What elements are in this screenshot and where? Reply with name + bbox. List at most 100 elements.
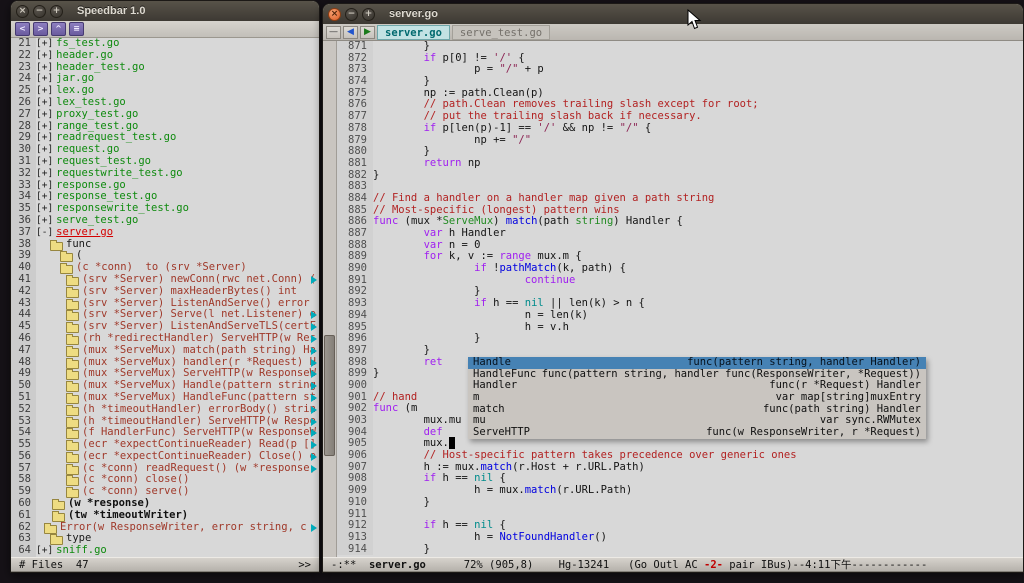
speedbar-titlebar[interactable]: ×−+ Speedbar 1.0 <box>11 1 319 21</box>
tab-back-icon[interactable]: ◀ <box>343 26 358 39</box>
speedbar-row[interactable]: 47(mux *ServeMux) match(path string) Ha <box>11 345 319 357</box>
expand-toggle[interactable]: [+] <box>36 191 53 203</box>
code-area[interactable]: 871 }872 if p[0] != '/' {873 p = "/" + p… <box>337 41 1023 557</box>
speedbar-row[interactable]: 51(mux *ServeMux) HandleFunc(pattern st <box>11 392 319 404</box>
tab-forward-icon[interactable]: ▶ <box>360 26 375 39</box>
speedbar-row[interactable]: 59(c *conn) serve() <box>11 486 319 498</box>
speedbar-row[interactable]: 64[+]sniff.go <box>11 545 319 557</box>
code-line[interactable]: 914 } <box>337 544 1023 556</box>
editor-scrollbar[interactable] <box>323 41 337 557</box>
tag-label[interactable]: (srv *Server) maxHeaderBytes() int <box>82 286 297 298</box>
speedbar-row[interactable]: 32[+]requestwrite_test.go <box>11 168 319 180</box>
folder-icon <box>66 383 79 392</box>
expand-toggle[interactable]: [+] <box>36 38 53 50</box>
expand-toggle[interactable]: [-] <box>36 227 53 239</box>
tag-label[interactable]: (srv *Server) newConn(rwc net.Conn) ( <box>82 274 316 286</box>
file-name[interactable]: request_test.go <box>56 156 151 168</box>
file-name[interactable]: serve_test.go <box>56 215 138 227</box>
folder-icon <box>66 371 79 380</box>
tag-label[interactable]: (mux *ServeMux) HandleFunc(pattern st <box>82 392 316 404</box>
file-name[interactable]: requestwrite_test.go <box>56 168 182 180</box>
tag-label[interactable]: (ecr *expectContinueReader) Close() e <box>82 451 316 463</box>
autocomplete-item[interactable]: ServeHTTPfunc(w ResponseWriter, r *Reque… <box>468 427 926 439</box>
file-name[interactable]: lex_test.go <box>56 97 126 109</box>
truncation-arrow-icon <box>311 394 317 402</box>
speedbar-row[interactable]: 36[+]serve_test.go <box>11 215 319 227</box>
line-number: 46 <box>11 333 36 345</box>
expand-toggle[interactable]: [+] <box>36 168 53 180</box>
code-line[interactable]: 873 p = "/" + p <box>337 64 1023 76</box>
speedbar-row[interactable]: 31[+]request_test.go <box>11 156 319 168</box>
tab-serve-test-go[interactable]: serve_test.go <box>452 25 550 40</box>
code-line[interactable]: 913 h = NotFoundHandler() <box>337 532 1023 544</box>
maximize-button[interactable]: + <box>362 8 375 21</box>
expand-toggle[interactable]: [+] <box>36 62 53 74</box>
tag-label[interactable]: (tw *timeoutWriter) <box>68 510 188 522</box>
speedbar-row[interactable]: 38func <box>11 239 319 251</box>
autocomplete-item[interactable]: mvar map[string]muxEntry <box>468 392 926 404</box>
expand-toggle[interactable]: [+] <box>36 109 53 121</box>
up-directory-icon[interactable]: ^ <box>51 22 66 36</box>
code-line[interactable]: 881 return np <box>337 158 1023 170</box>
speedbar-row[interactable]: 46 (rh *redirectHandler) ServeHTTP(w Res <box>11 333 319 345</box>
expand-toggle[interactable]: [+] <box>36 545 53 557</box>
tag-label[interactable]: (rh *redirectHandler) ServeHTTP(w Res <box>82 333 316 345</box>
autocomplete-item[interactable]: Handlefunc(pattern string, handler Handl… <box>468 357 926 369</box>
speedbar-row[interactable]: 52(h *timeoutHandler) errorBody() strin <box>11 404 319 416</box>
close-button[interactable]: × <box>16 5 29 18</box>
expand-toggle[interactable]: [+] <box>36 132 53 144</box>
expand-toggle[interactable]: [+] <box>36 97 53 109</box>
speedbar-window-controls: ×−+ <box>16 5 67 18</box>
file-name[interactable]: server.go <box>56 227 113 239</box>
expand-toggle[interactable]: [+] <box>36 50 53 62</box>
file-name[interactable]: sniff.go <box>56 545 107 557</box>
forward-icon[interactable]: > <box>33 22 48 36</box>
line-number: 32 <box>11 168 36 180</box>
expand-toggle[interactable]: [+] <box>36 73 53 85</box>
hide-tabbar-icon[interactable]: — <box>326 26 341 39</box>
maximize-button[interactable]: + <box>50 5 63 18</box>
folder-icon <box>66 289 79 298</box>
code-line[interactable]: 882} <box>337 170 1023 182</box>
speedbar-row[interactable]: 42(srv *Server) maxHeaderBytes() int <box>11 286 319 298</box>
code-line[interactable]: 909 h = mux.match(r.URL.Path) <box>337 485 1023 497</box>
expand-toggle[interactable]: [+] <box>36 180 53 192</box>
speedbar-row[interactable]: 61(tw *timeoutWriter) <box>11 510 319 522</box>
speedbar-row[interactable]: 27[+]proxy_test.go <box>11 109 319 121</box>
speedbar-file-tree[interactable]: 21[+]fs_test.go22[+]header.go23[+]header… <box>11 38 319 557</box>
speedbar-row[interactable]: 62Error(w ResponseWriter, error string, … <box>11 522 319 534</box>
speedbar-row[interactable]: 41(srv *Server) newConn(rwc net.Conn) ( <box>11 274 319 286</box>
speedbar-row[interactable]: 26[+]lex_test.go <box>11 97 319 109</box>
tab-server-go[interactable]: server.go <box>377 25 450 40</box>
tag-label[interactable]: Error(w ResponseWriter, error string, c <box>60 522 307 534</box>
expand-toggle[interactable]: [+] <box>36 156 53 168</box>
editor-body: 871 }872 if p[0] != '/' {873 p = "/" + p… <box>323 41 1023 557</box>
line-number: 874 <box>337 76 373 88</box>
minimize-button[interactable]: − <box>345 8 358 21</box>
expand-toggle[interactable]: [+] <box>36 121 53 133</box>
file-name[interactable]: proxy_test.go <box>56 109 138 121</box>
back-icon[interactable]: < <box>15 22 30 36</box>
expand-toggle[interactable]: [+] <box>36 215 53 227</box>
tag-label[interactable]: (mux *ServeMux) match(path string) Ha <box>82 345 316 357</box>
speedbar-row[interactable]: 37[-]server.go <box>11 227 319 239</box>
folder-icon <box>60 265 73 274</box>
minimize-button[interactable]: − <box>33 5 46 18</box>
code-line[interactable]: 896 } <box>337 333 1023 345</box>
speedbar-row[interactable]: 22[+]header.go <box>11 50 319 62</box>
close-button[interactable]: × <box>328 8 341 21</box>
code-line[interactable]: 879 np += "/" <box>337 135 1023 147</box>
expand-toggle[interactable]: [+] <box>36 144 53 156</box>
code-line[interactable]: 910 } <box>337 497 1023 509</box>
editor-titlebar[interactable]: ×−+ server.go <box>323 4 1023 24</box>
file-name[interactable]: header.go <box>56 50 113 62</box>
tag-label[interactable]: (h *timeoutHandler) errorBody() strin <box>82 404 316 416</box>
expand-toggle[interactable]: [+] <box>36 85 53 97</box>
speedbar-scroll-right-button[interactable]: >> <box>298 558 311 572</box>
refresh-icon[interactable]: ≡ <box>69 22 84 36</box>
line-number: 913 <box>337 532 373 544</box>
speedbar-row[interactable]: 56(ecr *expectContinueReader) Close() e <box>11 451 319 463</box>
expand-toggle[interactable]: [+] <box>36 203 53 215</box>
scrollbar-thumb[interactable] <box>324 335 335 456</box>
folder-icon <box>44 525 57 534</box>
